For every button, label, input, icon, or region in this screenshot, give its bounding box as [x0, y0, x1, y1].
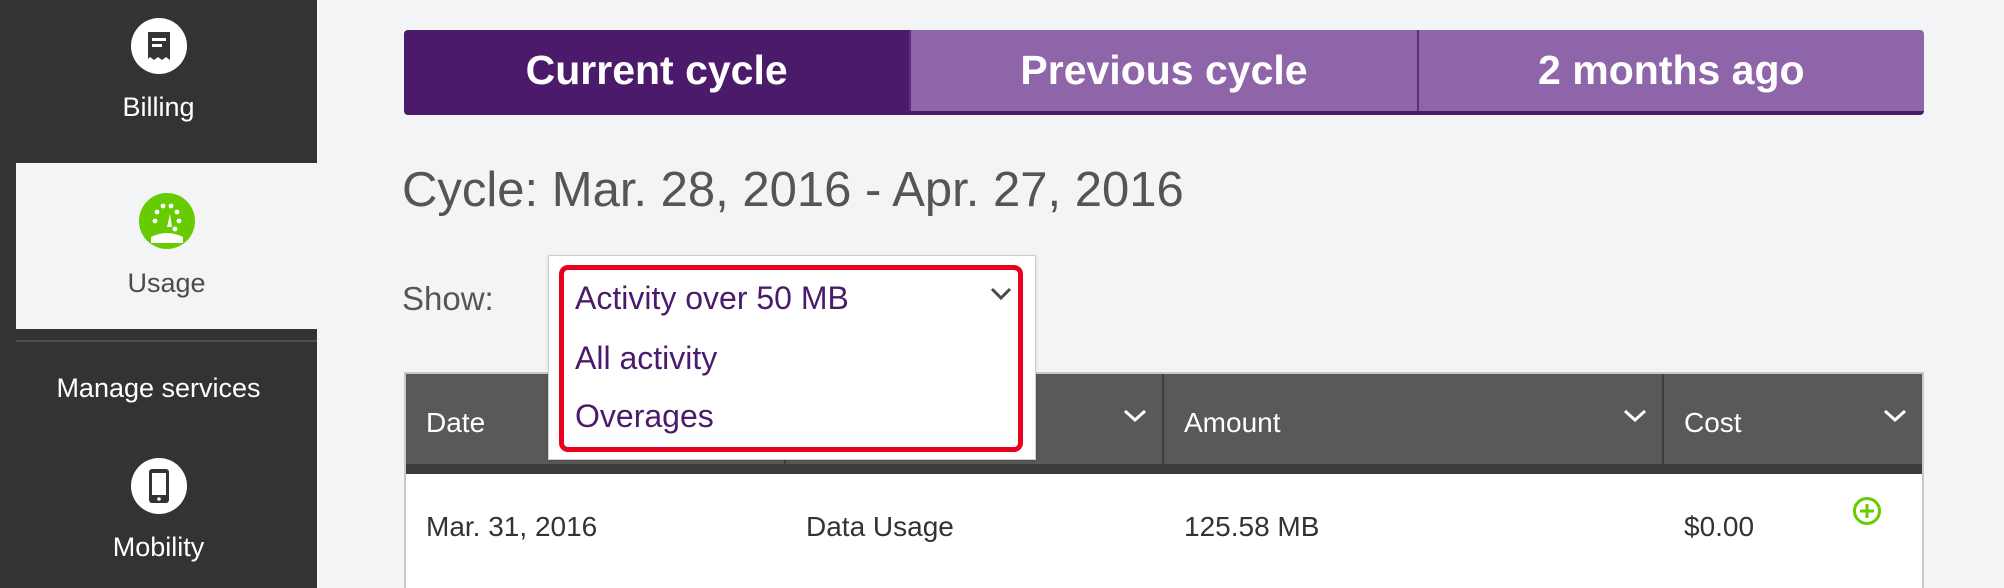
table-row[interactable]: Mar. 31, 2016 Data Usage 125.58 MB $0.00: [406, 474, 1922, 580]
column-header-amount[interactable]: Amount: [1162, 374, 1662, 464]
tab-2-months-ago[interactable]: 2 months ago: [1416, 30, 1924, 111]
dropdown-selected-value[interactable]: Activity over 50 MB: [575, 280, 849, 317]
chevron-down-icon: [1623, 409, 1647, 423]
sidebar-item-label: Manage services: [56, 373, 261, 403]
chevron-down-icon: [1123, 409, 1147, 423]
cell-amount: 125.58 MB: [1184, 511, 1320, 542]
sidebar-item-billing[interactable]: Billing: [0, 0, 317, 162]
tab-previous-cycle[interactable]: Previous cycle: [909, 30, 1417, 111]
column-header-cost[interactable]: Cost: [1662, 374, 1922, 464]
sidebar-item-label: Mobility: [112, 532, 205, 562]
chevron-down-icon[interactable]: [989, 286, 1013, 302]
cell-type: Data Usage: [806, 511, 954, 542]
sidebar-divider: [16, 340, 317, 342]
sidebar-item-usage[interactable]: Usage: [16, 163, 317, 329]
filter-label: Show:: [402, 280, 494, 317]
sidebar-item-label: Billing: [122, 92, 195, 122]
tab-current-cycle[interactable]: Current cycle: [404, 30, 910, 111]
speedometer-icon: [138, 193, 195, 249]
dropdown-option-all-activity[interactable]: All activity: [575, 340, 717, 377]
column-header-label: Date: [426, 407, 486, 438]
column-header-label: Cost: [1684, 407, 1742, 438]
cycle-tabs: Current cycle Previous cycle 2 months ag…: [404, 30, 1924, 115]
cell-cost-value: $0.00: [1684, 511, 1755, 542]
plus-circle-icon[interactable]: [1852, 496, 1882, 526]
dropdown-option-overages[interactable]: Overages: [575, 398, 714, 435]
cell-date: Mar. 31, 2016: [426, 511, 598, 542]
cycle-title: Cycle: Mar. 28, 2016 - Apr. 27, 2016: [402, 163, 1184, 217]
chevron-down-icon: [1883, 409, 1907, 423]
sidebar: Billing Usage Manage services Mobility: [0, 0, 317, 588]
activity-filter-dropdown[interactable]: Activity over 50 MB All activity Overage…: [548, 255, 1036, 460]
sidebar-item-manage-services[interactable]: Manage services: [0, 373, 317, 413]
column-header-label: Amount: [1184, 407, 1281, 438]
sidebar-item-label: Usage: [127, 268, 206, 298]
mobile-phone-icon: [130, 458, 187, 514]
sidebar-item-mobility[interactable]: Mobility: [0, 430, 317, 588]
cell-cost: $0.00: [1662, 497, 1922, 543]
bill-icon: [130, 18, 187, 74]
